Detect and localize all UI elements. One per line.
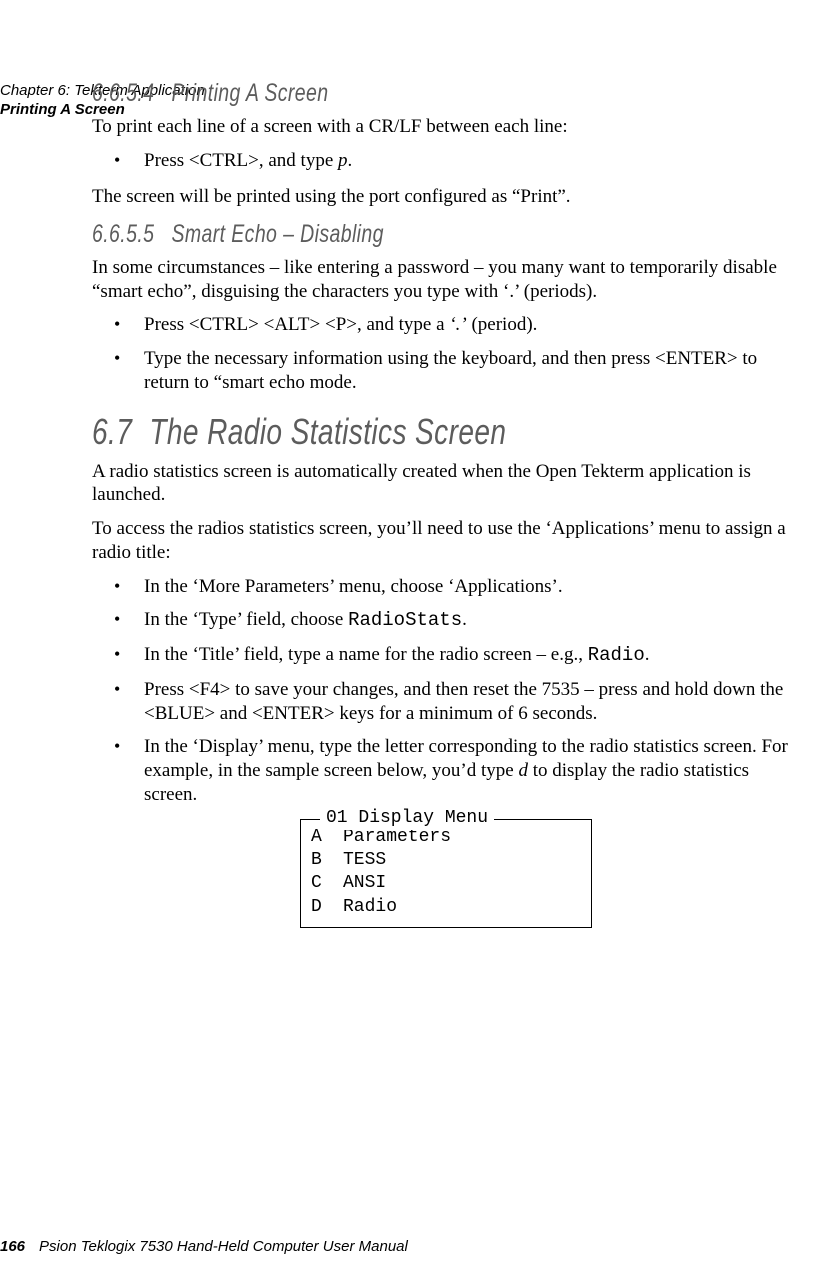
text: . — [645, 644, 650, 665]
list-item: In the ‘Type’ field, choose RadioStats. — [92, 608, 789, 633]
text: Press <CTRL> <ALT> <P>, and type a — [144, 314, 449, 335]
heading-number: 6.6.5.4 — [92, 78, 154, 109]
display-menu-frame: AParameters BTESS CANSI DRadio — [300, 819, 592, 929]
bullet-list: Press <CTRL>, and type p. — [92, 149, 789, 173]
heading-number: 6.6.5.5 — [92, 219, 154, 250]
heading-6-6-5-4: 6.6.5.4 Printing A Screen — [92, 78, 636, 109]
list-item: In the ‘Title’ field, type a name for th… — [92, 643, 789, 668]
menu-row: DRadio — [311, 896, 581, 919]
paragraph: A radio statistics screen is automatical… — [92, 460, 789, 508]
list-item: Type the necessary information using the… — [92, 347, 789, 395]
page-number: 166 — [0, 1238, 25, 1255]
menu-value: Radio — [343, 897, 397, 917]
display-menu-figure: 01 Display Menu AParameters BTESS CANSI … — [300, 819, 592, 929]
text: Type the necessary information using the… — [144, 348, 757, 393]
footer: 166 Psion Teklogix 7530 Hand-Held Compute… — [0, 1238, 408, 1257]
paragraph: In some circumstances – like entering a … — [92, 256, 789, 304]
paragraph: The screen will be printed using the por… — [92, 185, 789, 209]
text: . — [462, 609, 467, 630]
heading-text: The Radio Statistics Screen — [149, 411, 506, 452]
heading-6-7: 6.7 The Radio Statistics Screen — [92, 409, 636, 454]
text-mono: Radio — [588, 644, 645, 666]
list-item: Press <CTRL>, and type p. — [92, 149, 789, 173]
text: . — [348, 150, 353, 171]
list-item: In the ‘Display’ menu, type the letter c… — [92, 735, 789, 806]
menu-value: ANSI — [343, 873, 386, 893]
content: 6.6.5.4Printing A Screen To print each l… — [92, 78, 789, 928]
text-italic: p — [338, 150, 348, 171]
display-menu-title: 01 Display Menu — [320, 807, 494, 830]
heading-text: Printing A Screen — [172, 79, 329, 107]
menu-value: TESS — [343, 850, 386, 870]
menu-key: C — [311, 872, 343, 895]
text: Press <CTRL>, and type — [144, 150, 338, 171]
menu-key: B — [311, 849, 343, 872]
footer-text: Psion Teklogix 7530 Hand-Held Computer U… — [39, 1238, 408, 1255]
bullet-list: Press <CTRL> <ALT> <P>, and type a ‘.’ (… — [92, 313, 789, 394]
heading-text: Smart Echo – Disabling — [172, 220, 384, 248]
menu-key: D — [311, 896, 343, 919]
text-mono: RadioStats — [348, 609, 462, 631]
text: In the ‘Title’ field, type a name for th… — [144, 644, 588, 665]
text: (period). — [467, 314, 538, 335]
list-item: Press <CTRL> <ALT> <P>, and type a ‘.’ (… — [92, 313, 789, 337]
text-italic: ‘.’ — [449, 314, 466, 335]
text: Press <F4> to save your changes, and the… — [144, 679, 783, 724]
paragraph: To access the radios statistics screen, … — [92, 517, 789, 565]
list-item: Press <F4> to save your changes, and the… — [92, 678, 789, 726]
bullet-list: In the ‘More Parameters’ menu, choose ‘A… — [92, 575, 789, 807]
menu-row: BTESS — [311, 849, 581, 872]
heading-number: 6.7 — [92, 409, 132, 454]
text: In the ‘Type’ field, choose — [144, 609, 348, 630]
menu-row: CANSI — [311, 872, 581, 895]
text-italic: d — [518, 760, 528, 781]
page: Chapter 6: Tekterm Application Printing … — [0, 78, 829, 1275]
list-item: In the ‘More Parameters’ menu, choose ‘A… — [92, 575, 789, 599]
text: In the ‘More Parameters’ menu, choose ‘A… — [144, 576, 563, 597]
heading-6-6-5-5: 6.6.5.5 Smart Echo – Disabling — [92, 219, 636, 250]
